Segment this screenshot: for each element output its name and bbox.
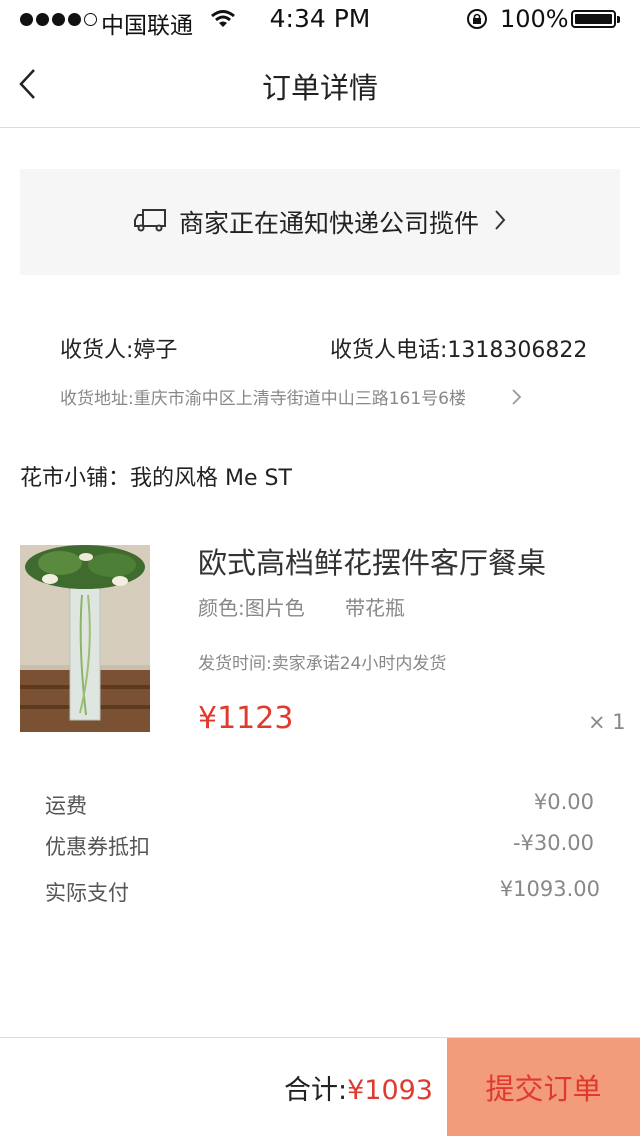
- product-title[interactable]: 欧式高档鲜花摆件客厅餐桌: [198, 540, 546, 582]
- product-image[interactable]: [20, 545, 150, 732]
- status-bar: 中国联通 4:34 PM 100%: [0, 0, 640, 40]
- shipping-status-text: 商家正在通知快递公司揽件: [178, 209, 479, 238]
- shipping-address: 收货地址:重庆市渝中区上清寺街道中山三路161号6楼: [60, 389, 466, 409]
- recipient-phone: 收货人电话:1318306822: [330, 338, 588, 363]
- nav-bar: 订单详情: [0, 40, 640, 128]
- shipping-status-banner[interactable]: 商家正在通知快递公司揽件: [20, 169, 620, 275]
- order-total: 合计:¥1093: [284, 1068, 433, 1107]
- order-total-label: 合计:: [283, 1075, 348, 1106]
- shipping-fee-label: 运费: [45, 794, 87, 818]
- orientation-lock-icon: [466, 8, 488, 34]
- shipping-fee-value: ¥0.00: [533, 790, 594, 814]
- shop-name[interactable]: 花市小铺：我的风格 Me ST: [20, 460, 292, 492]
- product-quantity: × 1: [588, 710, 626, 734]
- actual-payment-label: 实际支付: [45, 881, 129, 905]
- recipient-name: 收货人:婷子: [60, 338, 178, 363]
- truck-icon: [133, 208, 167, 236]
- product-price: ¥1123: [198, 701, 294, 736]
- battery-percent: 100%: [500, 5, 569, 33]
- chevron-right-icon: [493, 208, 507, 236]
- product-color: 颜色:图片色: [198, 596, 305, 620]
- battery-icon: [571, 10, 620, 28]
- order-total-value: ¥1093: [347, 1075, 433, 1106]
- address-row[interactable]: 收货地址:重庆市渝中区上清寺街道中山三路161号6楼: [60, 384, 540, 412]
- submit-order-button[interactable]: 提交订单: [447, 1038, 640, 1136]
- actual-payment-value: ¥1093.00: [499, 877, 600, 901]
- checkout-bar: 合计:¥1093 提交订单: [0, 1037, 640, 1136]
- coupon-value: -¥30.00: [512, 831, 594, 855]
- product-option: 带花瓶: [345, 596, 405, 620]
- page-title: 订单详情: [261, 71, 378, 105]
- ship-time: 发货时间:卖家承诺24小时内发货: [198, 654, 447, 674]
- coupon-label: 优惠券抵扣: [45, 835, 150, 859]
- chevron-right-icon: [510, 388, 522, 410]
